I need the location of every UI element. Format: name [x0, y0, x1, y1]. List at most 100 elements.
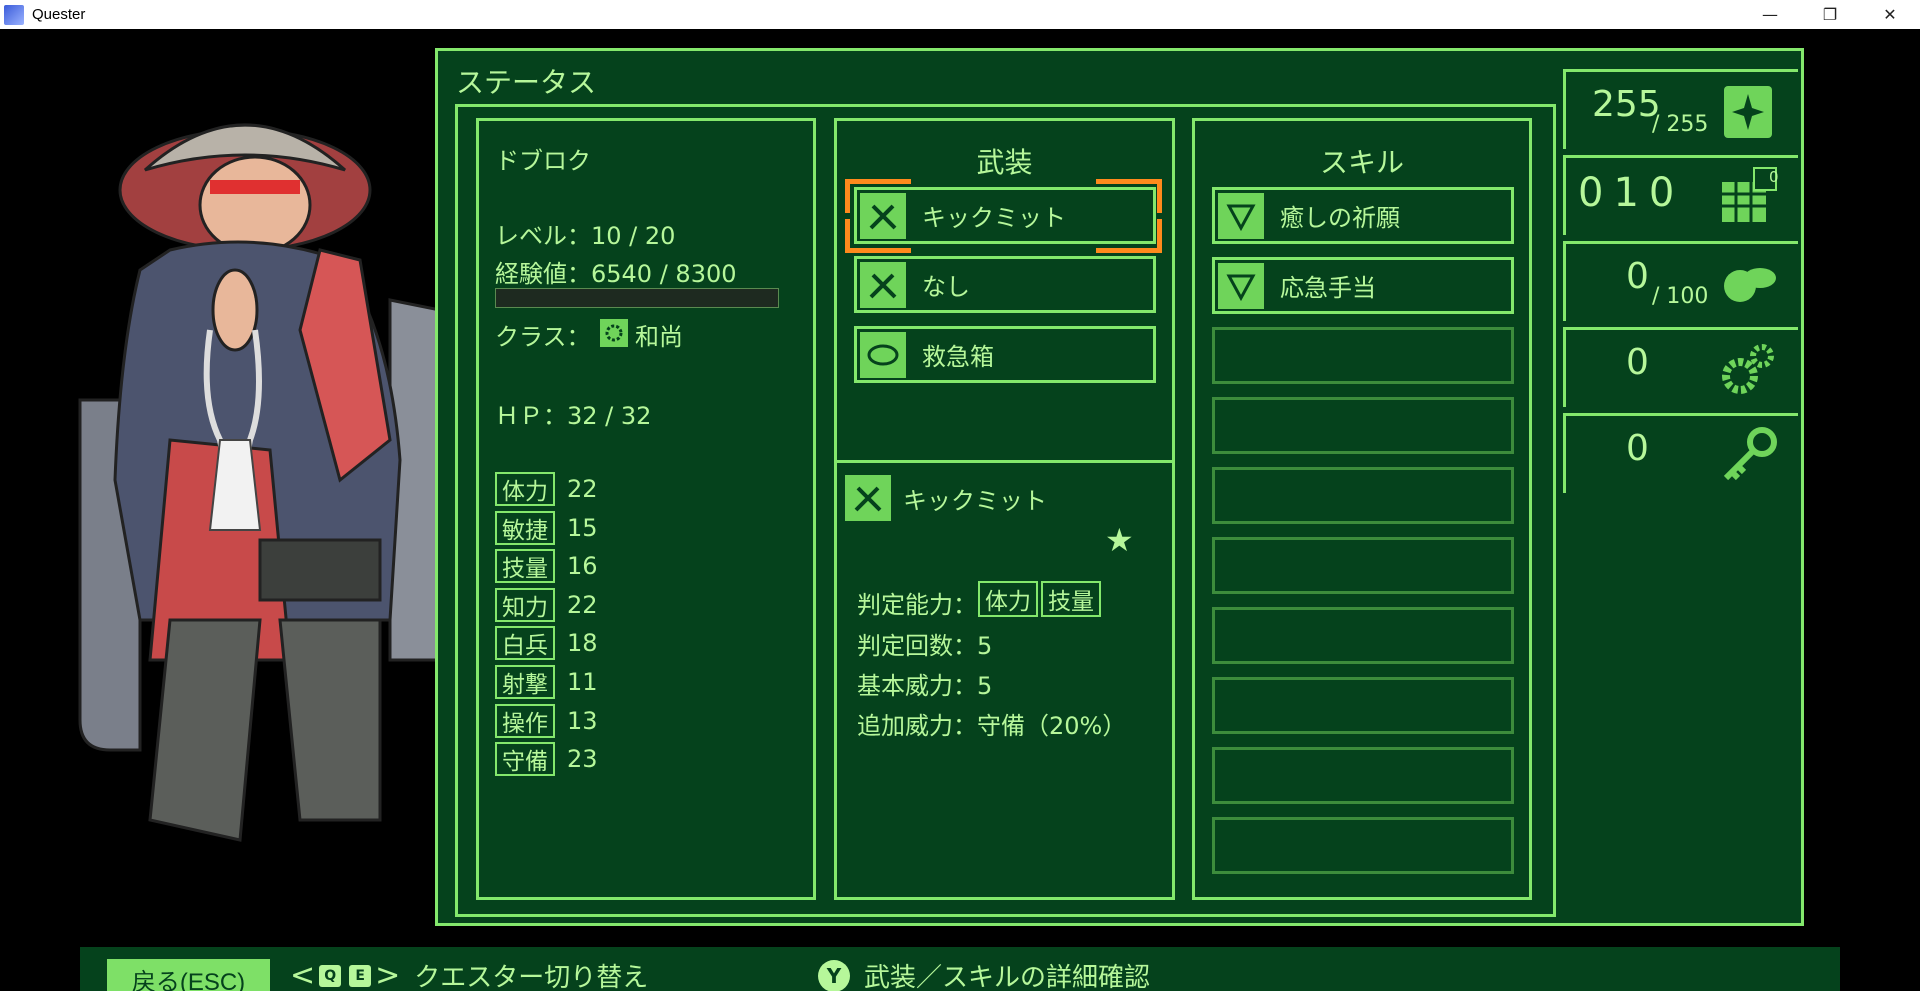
skill-slot-10[interactable]: [1212, 817, 1514, 874]
equipment-slot-2[interactable]: なし: [854, 256, 1156, 313]
skill-slot-label: 応急手当: [1280, 274, 1376, 302]
stat-key: 守備: [495, 742, 555, 776]
window-titlebar: Quester — ❐ ✕: [0, 0, 1920, 29]
stat-key: 技量: [495, 549, 555, 583]
hp-value: ＨＰ：32 / 32: [495, 402, 652, 430]
exp-bar: [495, 288, 779, 308]
equipment-slot-label: なし: [922, 273, 970, 301]
counter-max: / 255: [1652, 112, 1709, 137]
detail-power: 基本威力：5: [857, 672, 993, 700]
stat-key: 操作: [495, 704, 555, 738]
back-button[interactable]: 戻る(ESC): [107, 959, 270, 991]
counter-days: 010 0: [1563, 155, 1798, 235]
gears-icon: [1722, 344, 1774, 394]
counter-keys: 0: [1563, 413, 1798, 493]
counter-energy: 255 / 255: [1563, 69, 1798, 149]
character-exp: 経験値：6540 / 8300: [495, 260, 737, 288]
stat-value: 13: [567, 707, 598, 735]
skill-slot-4[interactable]: [1212, 397, 1514, 454]
stat-value: 11: [567, 668, 598, 696]
skill-icon: [1218, 262, 1264, 309]
character-name: ドブロク: [495, 147, 591, 175]
key-icon: [1723, 427, 1777, 481]
stat-row: 白兵 18: [495, 626, 598, 660]
selection-bracket-bl: [845, 219, 911, 253]
counter-value: 0: [1626, 428, 1649, 469]
skill-slot-label: 癒しの祈願: [1280, 204, 1400, 232]
skill-column: スキル 癒しの祈願 応急手当: [1192, 118, 1532, 900]
star-icon: ★: [1105, 521, 1134, 559]
window-title: Quester: [32, 6, 86, 23]
equipment-slot-3[interactable]: 救急箱: [854, 326, 1156, 383]
stat-row: 知力 22: [495, 588, 598, 622]
stat-row: 射撃 11: [495, 665, 598, 699]
equipment-slot-label: キックミット: [922, 204, 1066, 232]
control-hint-bar: 戻る(ESC) < Q E > クエスター切り替え Y 武装／スキルの詳細確認: [80, 947, 1840, 991]
app-icon: [4, 4, 24, 25]
skill-slot-5[interactable]: [1212, 467, 1514, 524]
switch-quester-label: クエスター切り替え: [414, 963, 649, 991]
maximize-button[interactable]: ❐: [1800, 0, 1860, 29]
detail-count: 判定回数：5: [857, 632, 993, 660]
sparkle-card-icon: [1724, 86, 1772, 138]
stat-value: 22: [567, 591, 598, 619]
skill-slot-6[interactable]: [1212, 537, 1514, 594]
skill-icon: [1218, 192, 1264, 239]
panel-title: ステータス: [456, 66, 597, 99]
stat-row: 体力 22: [495, 472, 598, 506]
minimize-button[interactable]: —: [1740, 0, 1800, 29]
skill-slot-3[interactable]: [1212, 327, 1514, 384]
equipment-slot-label: 救急箱: [922, 343, 994, 371]
skill-slot-2[interactable]: 応急手当: [1212, 257, 1514, 314]
character-level: レベル：10 / 20: [495, 222, 676, 250]
stat-row: 守備 23: [495, 742, 598, 776]
stat-row: 技量 16: [495, 549, 598, 583]
skill-slot-1[interactable]: 癒しの祈願: [1212, 187, 1514, 244]
status-panel: ステータス ドブロク レベル：10 / 20 経験値：6540 / 8300 ク…: [435, 48, 1804, 926]
detail-hint[interactable]: Y 武装／スキルの詳細確認: [818, 957, 1150, 991]
skill-slot-9[interactable]: [1212, 747, 1514, 804]
stat-value: 23: [567, 745, 598, 773]
stat-value: 22: [567, 475, 598, 503]
equipment-column: 武装 キックミット なし 救急箱 キックミット ★ 判定能力： 体力 技量 判定…: [834, 118, 1175, 900]
counter-value: 255: [1592, 84, 1661, 125]
key-e-icon: E: [349, 964, 372, 987]
switch-quester-hint[interactable]: < Q E > クエスター切り替え: [290, 957, 648, 991]
counter-value: 0: [1626, 342, 1649, 383]
equipment-heading: 武装: [976, 146, 1033, 179]
character-column: ドブロク レベル：10 / 20 経験値：6540 / 8300 クラス： 和尚…: [476, 118, 816, 900]
skill-heading: スキル: [1319, 146, 1404, 179]
detail-extra: 追加威力：守備（20%）: [857, 712, 1127, 740]
chevron-right-icon: >: [375, 958, 401, 991]
judge-tag: 体力: [978, 581, 1038, 617]
stat-key: 白兵: [495, 626, 555, 660]
detail-name: キックミット: [903, 487, 1047, 515]
skill-slot-8[interactable]: [1212, 677, 1514, 734]
stat-value: 16: [567, 552, 598, 580]
selection-bracket-tl: [845, 179, 911, 213]
counter-value: 0: [1626, 256, 1649, 297]
selection-bracket-br: [1096, 219, 1162, 253]
knife-icon: [845, 475, 891, 521]
character-portrait: [78, 123, 440, 842]
stat-key: 敏捷: [495, 511, 555, 545]
stat-key: 射撃: [495, 665, 555, 699]
stat-value: 18: [567, 629, 598, 657]
counter-value: 010: [1578, 170, 1685, 216]
stat-row: 敏捷 15: [495, 511, 598, 545]
counter-max: / 100: [1652, 284, 1709, 309]
judge-tag: 技量: [1041, 581, 1101, 617]
skill-slot-7[interactable]: [1212, 607, 1514, 664]
close-button[interactable]: ✕: [1860, 0, 1920, 29]
stat-key: 知力: [495, 588, 555, 622]
selection-bracket-tr: [1096, 179, 1162, 213]
calendar-badge: 0: [1769, 168, 1779, 186]
detail-hint-label: 武装／スキルの詳細確認: [864, 963, 1151, 991]
knife-icon: [860, 261, 906, 308]
counter-food: 0 / 100: [1563, 241, 1798, 321]
prayer-beads-icon: [600, 319, 628, 347]
divider: [837, 460, 1172, 463]
counter-parts: 0: [1563, 327, 1798, 407]
y-button-icon: Y: [818, 959, 850, 991]
food-icon: [1724, 268, 1776, 302]
